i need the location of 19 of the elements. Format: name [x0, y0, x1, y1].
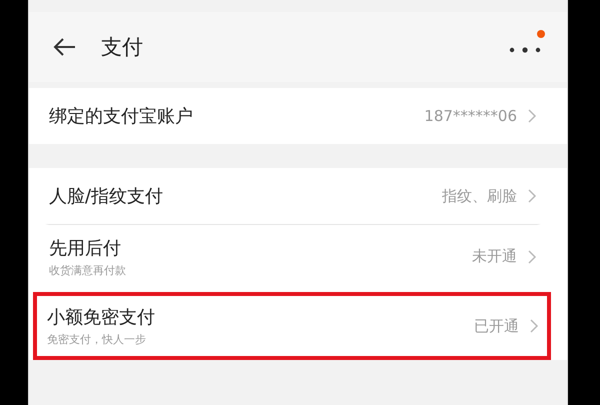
setting-row[interactable]: 先用后付 收货满意再付款 未开通 [45, 224, 541, 292]
page-title: 支付 [101, 34, 143, 61]
setting-title: 绑定的支付宝账户 [49, 105, 194, 128]
setting-value: 指纹、刷脸 [442, 186, 517, 206]
setting-value: 已开通 [474, 316, 519, 336]
setting-title: 小额免密支付 [47, 306, 156, 329]
setting-value: 未开通 [472, 247, 517, 266]
highlighted-setting-row[interactable]: 小额免密支付 免密支付，快人一步 已开通 [33, 292, 551, 360]
setting-description: 收货满意再付款 [49, 262, 127, 278]
chevron-icon [527, 108, 537, 124]
setting-description: 免密支付，快人一步 [47, 332, 147, 347]
setting-row[interactable]: 人脸/指纹支付 指纹、刷脸 [45, 168, 541, 224]
setting-title: 人脸/指纹支付 [49, 185, 164, 208]
chevron-icon [527, 248, 537, 264]
setting-title: 先用后付 [49, 236, 122, 260]
setting-value: 187******06 [424, 107, 517, 125]
chevron-icon [529, 318, 539, 334]
chevron-icon [527, 188, 537, 204]
back-icon[interactable] [53, 37, 77, 57]
